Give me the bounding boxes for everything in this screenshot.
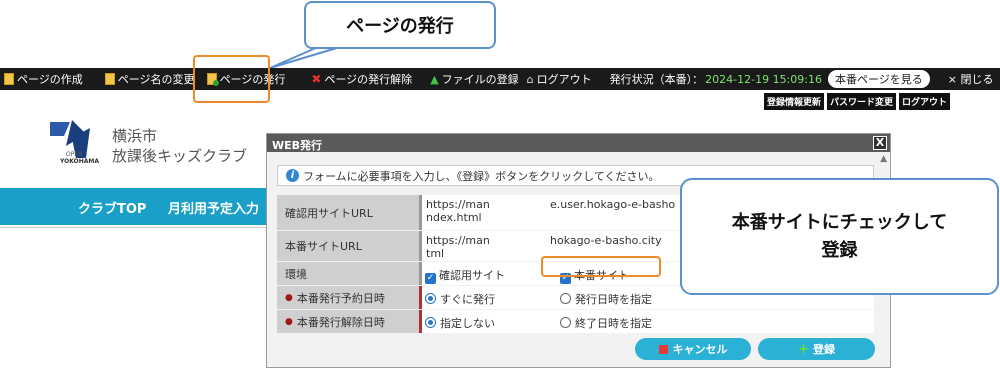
end-date-radio[interactable]: 終了日時を指定 [560,315,652,331]
register-button[interactable]: + 登録 [758,338,875,360]
end-date-label: 終了日時を指定 [575,317,652,330]
production-url-label: 本番サイトURL [277,231,422,261]
cms-toolbar: ページの作成 ページ名の変更 ページの発行 ✖ ページの発行解除 ▲ ファイルの… [0,68,1000,90]
staging-url-text-a: https://man ndex.html [426,198,490,224]
dialog-title: WEB発行 [272,139,323,152]
update-info-button[interactable]: 登録情報更新 [764,93,825,110]
publish-status-time: 2024-12-19 15:09:16 [705,72,822,86]
staging-url-label: 確認用サイトURL [277,195,422,230]
production-url-a1: https://man [426,234,490,247]
dialog-close-icon[interactable]: X [873,136,887,150]
publish-date-radio[interactable]: 発行日時を指定 [560,291,652,307]
home-icon: ⌂ [526,72,534,86]
staging-site-label: 確認用サイト [439,269,505,282]
site-divider [0,227,270,228]
staging-url-a1: https://man [426,198,490,211]
logout-label: ログアウト [536,73,592,86]
environment-label: 環境 [277,262,422,285]
view-production-button[interactable]: 本番ページを見る [827,70,930,88]
callout-check-line1: 本番サイトにチェックして [731,211,948,233]
admin-logout-button[interactable]: ログアウト [899,93,951,110]
publish-now-label: すぐに発行 [440,293,495,306]
info-icon: i [286,169,299,182]
notice-text: フォームに必要事項を入力し、《登録》ボタンをクリックしてください。 [303,169,660,183]
dialog-titlebar: WEB発行 X [267,134,890,152]
production-url-a2: tml [426,247,445,260]
publish-now-radio[interactable]: すぐに発行 [425,291,495,307]
edit-page-icon [104,73,115,85]
site-title-line2: 放課後キッズクラブ [112,147,248,165]
plus-icon: + [798,341,809,357]
no-end-label: 指定しない [440,317,495,330]
radio-unselected-icon [560,293,571,304]
staging-url-text-b: e.user.hokago-e-basho [550,198,676,211]
scroll-up-icon[interactable]: ▲ [880,154,887,164]
production-checkbox-highlight [541,256,661,277]
staging-url-label-text: 確認用サイトURL [285,206,373,220]
nav-club-top[interactable]: クラブTOP [78,198,146,217]
production-url-text-b: hokago-e-basho.city [550,234,662,247]
unpublish-schedule-value: 指定しない 終了日時を指定 [422,310,874,333]
cancel-button[interactable]: キャンセル [635,338,751,360]
unpublish-schedule-label: ● 本番発行解除日時 [277,310,422,333]
cancel-icon [658,344,668,354]
publish-schedule-label: ● 本番発行予約日時 [277,286,422,309]
row-unpublish-schedule: ● 本番発行解除日時 指定しない 終了日時を指定 [277,310,874,333]
unpublish-page-label: ページの発行解除 [324,73,413,86]
radio-selected-icon [425,293,436,304]
site-nav: クラブTOP 月利用予定入力 [0,188,270,225]
register-label: 登録 [812,343,835,356]
rename-page-button[interactable]: ページ名の変更 [101,71,199,87]
callout-check-line2: 登録 [821,239,858,261]
environment-label-text: 環境 [285,267,307,281]
radio-selected-icon [425,317,436,328]
production-url-label-text: 本番サイトURL [285,240,362,253]
callout-check-production: 本番サイトにチェックして 登録 [680,178,999,295]
unpublish-schedule-label-text: 本番発行解除日時 [296,315,385,329]
checkbox-checked-icon: ✓ [425,273,436,284]
required-dot-icon: ● [285,316,293,327]
create-page-button[interactable]: ページの作成 [0,71,87,87]
publish-highlight [193,55,270,103]
upload-file-button[interactable]: ▲ ファイルの登録 [426,71,522,87]
radio-unselected-icon [560,317,571,328]
site-title: 横浜市 放課後キッズクラブ [112,126,247,166]
logo-yokohama-text: YOKOHAMA [60,158,99,165]
nav-monthly-plan[interactable]: 月利用予定入力 [168,198,259,217]
publish-schedule-label-text: 本番発行予約日時 [296,291,385,305]
publish-status-label: 発行状況（本番）： [609,73,704,86]
callout-publish: ページの発行 [304,1,496,49]
cancel-label: キャンセル [672,343,728,356]
page-icon [4,73,14,85]
rename-page-label: ページ名の変更 [117,73,195,86]
production-url-text-a: https://man tml [426,234,490,260]
upload-file-label: ファイルの登録 [441,73,519,86]
delete-x-icon: ✖ [311,72,322,86]
staging-url-a2: ndex.html [426,211,482,224]
create-page-label: ページの作成 [17,73,83,86]
admin-buttons: 登録情報更新 パスワード変更 ログアウト [764,93,951,110]
logo-open-text: OPEN [66,151,83,158]
required-dot-icon: ● [285,292,293,303]
change-password-button[interactable]: パスワード変更 [827,93,897,110]
callout-publish-text: ページの発行 [346,16,454,37]
unpublish-page-button[interactable]: ✖ ページの発行解除 [307,71,416,87]
upload-arrow-icon: ▲ [430,72,439,86]
site-title-line1: 横浜市 [112,127,158,145]
close-toolbar-link[interactable]: × 閉じる [948,71,994,87]
staging-site-checkbox[interactable]: ✓ 確認用サイト [425,267,505,284]
logout-button[interactable]: ⌂ ログアウト [523,71,596,87]
no-end-radio[interactable]: 指定しない [425,315,495,331]
publish-date-label: 発行日時を指定 [575,293,652,306]
